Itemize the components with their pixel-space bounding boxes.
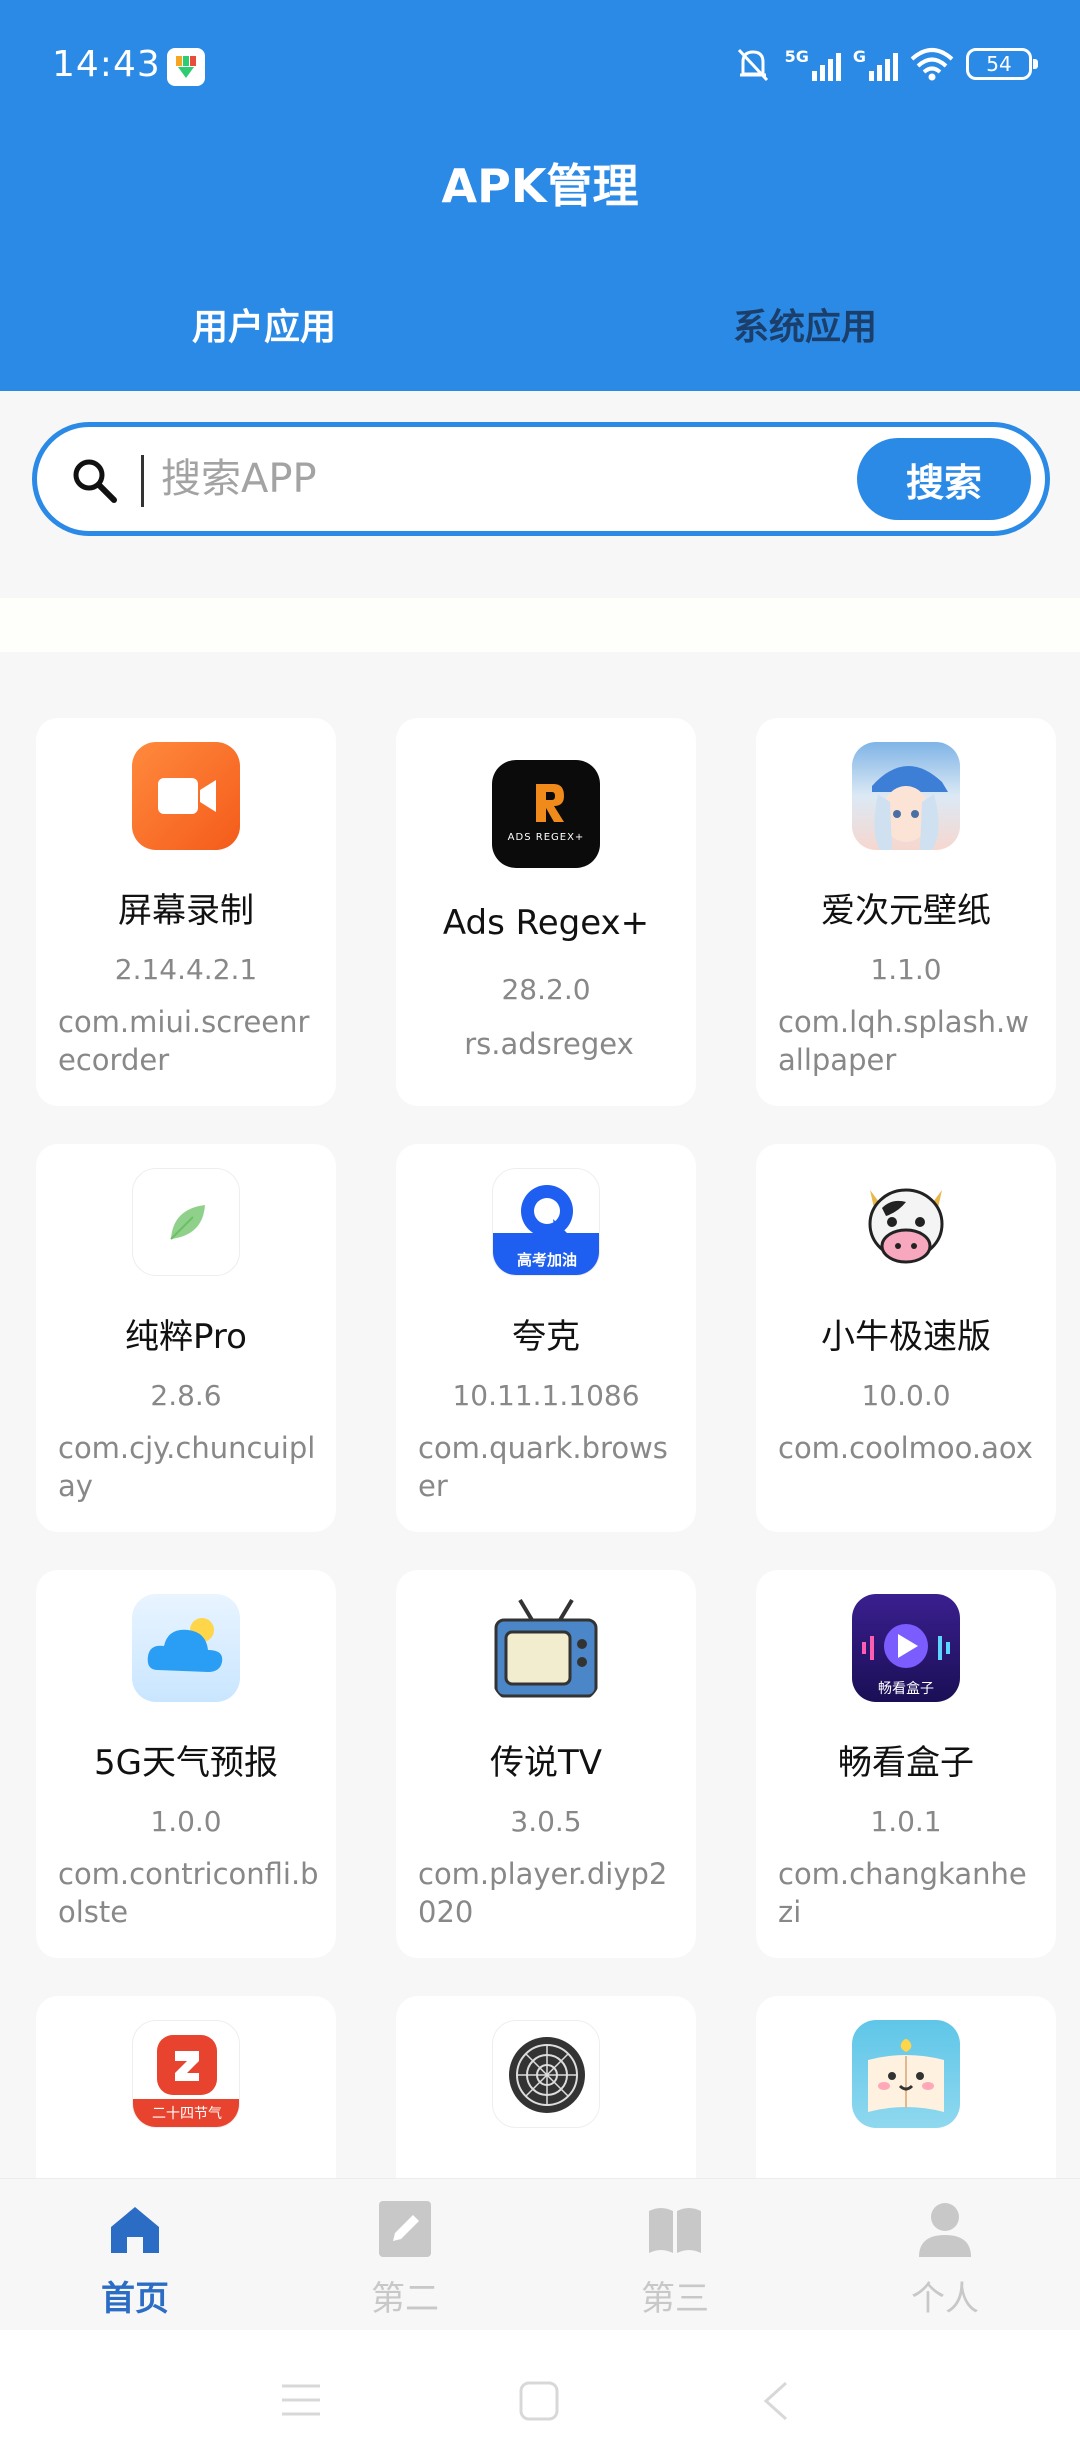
status-time: 14:43 <box>52 44 161 85</box>
nav-home[interactable]: 首页 <box>60 2199 210 2319</box>
app-name: 屏幕录制 <box>118 891 254 931</box>
app-version: 10.0.0 <box>861 1379 951 1412</box>
app-card[interactable]: 5G天气预报 1.0.0 com.contriconfli.bolste <box>36 1570 336 1958</box>
search-box: 搜索 <box>32 422 1050 536</box>
edit-doc-icon <box>379 2201 431 2257</box>
app-version: 2.14.4.2.1 <box>114 953 258 986</box>
search-icon <box>73 459 117 503</box>
app-name: 传说TV <box>489 1743 603 1783</box>
app-version: 1.0.1 <box>870 1805 942 1838</box>
search-button[interactable]: 搜索 <box>857 438 1031 520</box>
app-header: 14:43 5G G 54 APK管理 用户应用 系统应用 <box>0 0 1080 391</box>
nav-label: 首页 <box>101 2279 169 2319</box>
app-card[interactable]: 纯粹Pro 2.8.6 com.cjy.chuncuiplay <box>36 1144 336 1532</box>
nav-profile[interactable]: 个人 <box>870 2199 1020 2319</box>
app-package: com.player.diyp2020 <box>418 1857 668 1929</box>
app-name: 畅看盒子 <box>838 1743 974 1783</box>
app-card[interactable] <box>396 1996 696 2178</box>
app-name: 夸克 <box>512 1317 580 1357</box>
app-name: Ads Regex+ <box>442 903 650 943</box>
wifi-icon <box>910 48 954 81</box>
app-version: 1.0.0 <box>150 1805 222 1838</box>
divider-strip <box>0 598 1080 652</box>
weather-cloud-icon <box>132 1594 240 1702</box>
app-package: com.miui.screenrecorder <box>58 1005 310 1077</box>
app-version: 10.11.1.1086 <box>452 1379 640 1412</box>
cow-icon <box>852 1168 960 1276</box>
status-bar: 14:43 5G G 54 <box>0 0 1080 135</box>
signal-5g-icon: 5G <box>785 47 841 81</box>
nav-label: 第三 <box>641 2279 709 2319</box>
app-package: com.lqh.splash.wallpaper <box>778 1005 1029 1077</box>
battery-icon: 54 <box>966 48 1038 80</box>
leaf-icon <box>132 1168 240 1276</box>
home-square-icon[interactable] <box>518 2380 560 2422</box>
app-version: 1.1.0 <box>870 953 942 986</box>
search-area: 搜索 <box>0 391 1080 596</box>
app-version: 28.2.0 <box>501 973 591 1006</box>
app-package: com.contriconfli.bolste <box>58 1857 319 1929</box>
mute-bell-icon <box>737 48 768 82</box>
app-name: 小牛极速版 <box>821 1317 991 1357</box>
play-box-icon: 畅看盒子 <box>852 1594 960 1702</box>
app-version: 2.8.6 <box>150 1379 222 1412</box>
app-card[interactable]: 畅看盒子 畅看盒子 1.0.1 com.changkanhezi <box>756 1570 1056 1958</box>
back-icon[interactable] <box>760 2380 790 2422</box>
book-icon <box>649 2208 701 2253</box>
bottom-navigation: 首页 第二 第三 个人 <box>0 2178 1080 2330</box>
nav-label: 第二 <box>371 2279 439 2319</box>
app-card[interactable]: 爱次元壁纸 1.1.0 com.lqh.splash.wallpaper <box>756 718 1056 1106</box>
app-version: 3.0.5 <box>510 1805 582 1838</box>
app-card[interactable]: 高考加油 夸克 10.11.1.1086 com.quark.browser <box>396 1144 696 1532</box>
retro-tv-icon <box>492 1594 600 1702</box>
app-card[interactable]: 屏幕录制 2.14.4.2.1 com.miui.screenrecorder <box>36 718 336 1106</box>
tab-user-apps[interactable]: 用户应用 <box>192 298 336 350</box>
solar-terms-icon: 二十四节气 <box>132 2020 240 2128</box>
download-notification-icon <box>167 48 205 86</box>
person-icon <box>919 2203 971 2257</box>
wallpaper-girl-icon <box>852 742 960 850</box>
app-card[interactable]: 传说TV 3.0.5 com.player.diyp2020 <box>396 1570 696 1958</box>
tab-system-apps[interactable]: 系统应用 <box>733 298 877 350</box>
app-package: rs.adsregex <box>464 1027 634 1061</box>
nav-third[interactable]: 第三 <box>600 2199 750 2319</box>
system-navigation-bar <box>0 2330 1080 2460</box>
app-name: 5G天气预报 <box>94 1743 278 1783</box>
ads-regex-icon: ADS REGEX+ <box>492 760 600 868</box>
home-icon <box>111 2207 159 2253</box>
app-card[interactable]: 小牛极速版 10.0.0 com.coolmoo.aox <box>756 1144 1056 1532</box>
app-name: 纯粹Pro <box>125 1317 247 1357</box>
app-package: com.quark.browser <box>418 1431 668 1503</box>
page-title: APK管理 <box>441 159 639 213</box>
signal-g-icon: G <box>853 47 898 81</box>
text-cursor <box>141 455 144 507</box>
search-input[interactable] <box>161 441 881 517</box>
menu-icon[interactable] <box>280 2382 322 2418</box>
screen-recorder-icon <box>132 742 240 850</box>
app-name: 爱次元壁纸 <box>821 891 991 931</box>
app-card[interactable] <box>756 1996 1056 2178</box>
app-grid: 屏幕录制 2.14.4.2.1 com.miui.screenrecorder … <box>36 718 1056 2178</box>
app-card[interactable]: ADS REGEX+ Ads Regex+ 28.2.0 rs.adsregex <box>396 718 696 1106</box>
app-package: com.cjy.chuncuiplay <box>58 1431 316 1503</box>
nav-label: 个人 <box>911 2279 979 2319</box>
nav-second[interactable]: 第二 <box>330 2199 480 2319</box>
cute-book-icon <box>852 2020 960 2128</box>
mandala-icon <box>492 2020 600 2128</box>
app-card[interactable]: 二十四节气 <box>36 1996 336 2178</box>
app-package: com.changkanhezi <box>778 1857 1027 1929</box>
status-icons: 5G G 54 <box>733 42 1038 86</box>
app-package: com.coolmoo.aox <box>778 1431 1033 1465</box>
quark-icon: 高考加油 <box>492 1168 600 1276</box>
